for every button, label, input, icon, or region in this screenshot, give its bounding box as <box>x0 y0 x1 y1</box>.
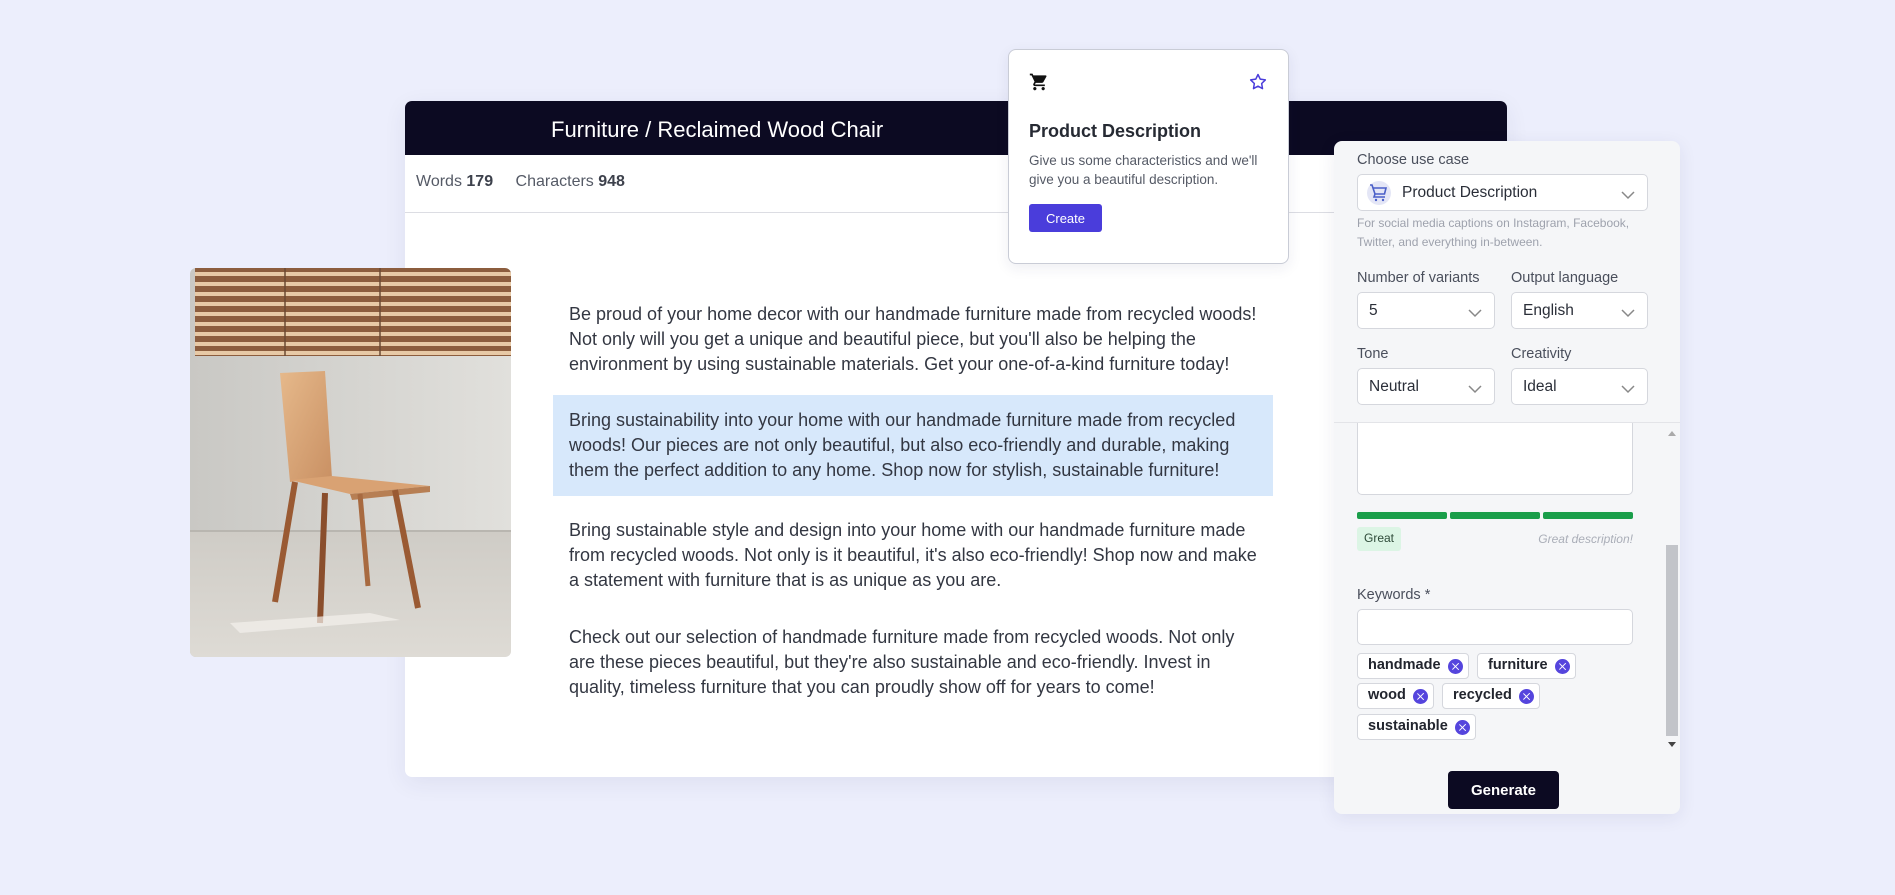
quality-badge: Great <box>1357 527 1402 551</box>
variants-label: Number of variants <box>1357 270 1480 286</box>
chevron-down-icon <box>1468 381 1482 399</box>
remove-keyword-icon[interactable] <box>1412 689 1428 704</box>
character-count: Characters 948 <box>515 173 625 190</box>
language-select[interactable]: English <box>1511 292 1648 329</box>
tone-select[interactable]: Neutral <box>1357 368 1495 405</box>
scrollbar-thumb[interactable] <box>1666 545 1678 736</box>
use-case-label: Choose use case <box>1357 152 1470 168</box>
create-button[interactable]: Create <box>1029 204 1102 232</box>
chevron-down-icon <box>1621 187 1635 205</box>
product-description-card[interactable]: Product Description Give us some charact… <box>1008 49 1289 264</box>
keywords-input[interactable] <box>1357 609 1633 645</box>
use-case-select[interactable]: Product Description <box>1357 174 1648 211</box>
remove-keyword-icon[interactable] <box>1454 720 1470 735</box>
variants-select[interactable]: 5 <box>1357 292 1495 329</box>
store-icon <box>1367 181 1391 205</box>
star-icon[interactable] <box>1248 72 1268 94</box>
settings-panel: Choose use case Product Description For … <box>1334 141 1680 814</box>
breadcrumb: Furniture / Reclaimed Wood Chair <box>551 117 884 142</box>
variants-value: 5 <box>1369 302 1378 319</box>
tone-value: Neutral <box>1369 378 1419 395</box>
shopping-cart-icon <box>1029 72 1049 94</box>
word-count: Words 179 <box>416 173 494 190</box>
use-case-hint: For social media captions on Instagram, … <box>1357 216 1630 249</box>
quality-meter <box>1357 512 1633 519</box>
chevron-down-icon <box>1621 305 1635 323</box>
remove-keyword-icon[interactable] <box>1518 689 1534 704</box>
chevron-down-icon <box>1468 305 1482 323</box>
creativity-value: Ideal <box>1523 378 1557 395</box>
variant-paragraph[interactable]: Be proud of your home decor with our han… <box>553 302 1273 377</box>
keyword-chip: wood <box>1357 683 1434 709</box>
creativity-select[interactable]: Ideal <box>1511 368 1648 405</box>
scroll-down-icon[interactable] <box>1668 742 1676 747</box>
variant-paragraph[interactable]: Check out our selection of handmade furn… <box>553 625 1273 700</box>
variant-paragraph-selected[interactable]: Bring sustainability into your home with… <box>553 395 1273 496</box>
description-textbox[interactable] <box>1357 423 1633 495</box>
keyword-chip: handmade <box>1357 653 1469 679</box>
language-label: Output language <box>1511 270 1619 286</box>
chevron-down-icon <box>1621 381 1635 399</box>
card-description: Give us some characteristics and we'll g… <box>1029 153 1258 187</box>
variant-paragraph[interactable]: Bring sustainable style and design into … <box>553 518 1273 593</box>
remove-keyword-icon[interactable] <box>1447 659 1463 674</box>
language-value: English <box>1523 302 1574 319</box>
tone-label: Tone <box>1357 346 1389 362</box>
keyword-chip: recycled <box>1442 683 1540 709</box>
card-title: Product Description <box>1029 121 1202 141</box>
keyword-chip: sustainable <box>1357 714 1476 740</box>
creativity-label: Creativity <box>1511 346 1572 362</box>
product-photo <box>190 268 511 657</box>
keywords-label: Keywords * <box>1357 587 1431 603</box>
remove-keyword-icon[interactable] <box>1554 659 1570 674</box>
quality-text: Great description! <box>1538 532 1633 546</box>
keyword-chip: furniture <box>1477 653 1576 679</box>
use-case-value: Product Description <box>1402 184 1538 201</box>
scroll-up-icon[interactable] <box>1668 431 1676 436</box>
generate-button[interactable]: Generate <box>1448 771 1559 809</box>
